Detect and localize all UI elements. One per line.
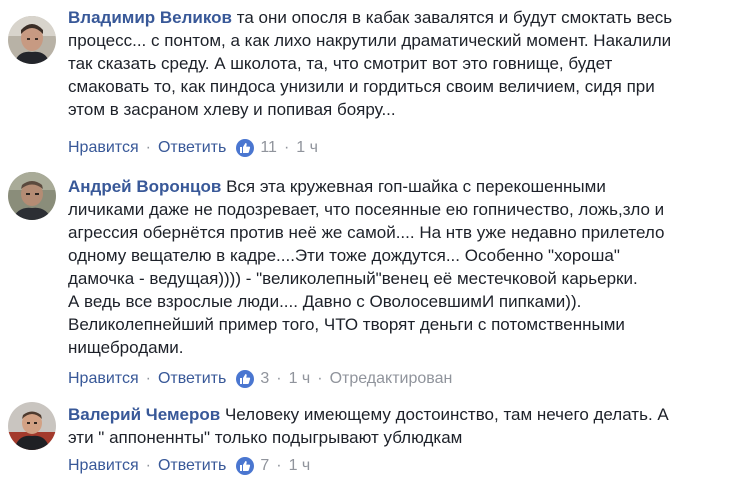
comment-actions: Нравится · Ответить 7 · 1 ч	[68, 455, 310, 477]
comment-body: Андрей Воронцов Вся эта кружевная гоп-ша…	[68, 175, 737, 359]
comment-body: Владимир Великов та они опосля в кабак з…	[68, 6, 737, 121]
separator: ·	[276, 457, 282, 474]
comment-text-line: та они опосля в кабак завалятся и будут …	[236, 8, 673, 27]
comment-text-line: дамочка - ведущая)))) - "великолепный"ве…	[68, 269, 638, 288]
separator: ·	[283, 139, 290, 156]
avatar-vladimir[interactable]	[8, 16, 56, 64]
like-count[interactable]: 3	[260, 370, 269, 388]
reply-button[interactable]: Ответить	[158, 139, 226, 157]
comment-text-line: агрессия обернётся против неё же самой..…	[68, 223, 665, 242]
comment-text-line: Вся эта кружевная гоп-шайка с перекошенн…	[226, 177, 606, 196]
separator: ·	[145, 370, 151, 387]
like-button[interactable]: Нравится	[68, 370, 139, 388]
avatar-valeriy[interactable]	[8, 402, 56, 450]
comment-text-line: эти " аппоненнты" только подыгрывают убл…	[68, 428, 463, 447]
timestamp[interactable]: 1 ч	[289, 457, 311, 475]
comment-text-line: процесс... с понтом, а как лихо накрутил…	[68, 31, 672, 50]
timestamp[interactable]: 1 ч	[296, 139, 318, 157]
reply-button[interactable]: Ответить	[158, 457, 226, 475]
comment-text-line: смаковать то, как пиндоса унизили и горд…	[68, 77, 655, 96]
timestamp[interactable]: 1 ч	[289, 370, 311, 388]
separator: ·	[145, 457, 151, 474]
author-name[interactable]: Андрей Воронцов	[68, 177, 221, 196]
author-name[interactable]: Владимир Великов	[68, 8, 232, 27]
comment-feed: Владимир Великов та они опосля в кабак з…	[0, 0, 741, 481]
thumbs-up-icon[interactable]	[236, 370, 255, 388]
like-count[interactable]: 11	[260, 139, 277, 157]
comment-body: Валерий Чемеров Человеку имеющему достои…	[68, 403, 737, 449]
comment-actions: Нравится · Ответить 3 · 1 ч · Отредактир…	[68, 368, 452, 390]
comment-actions: Нравится · Ответить 11 · 1 ч	[68, 137, 318, 159]
reply-button[interactable]: Ответить	[158, 370, 226, 388]
comment-text-line: одному вещателю в кадре....Эти тоже дожд…	[68, 246, 620, 265]
edited-label[interactable]: Отредактирован	[330, 370, 453, 388]
comment-text-line: нищебродами.	[68, 338, 184, 357]
comment-text-line: А ведь все взрослые люди.... Давно с Ово…	[68, 292, 582, 311]
comment-text-line: Человеку имеющему достоинство, там нечег…	[224, 405, 669, 424]
comment-text-line: Великолепнейший пример того, ЧТО творят …	[68, 315, 625, 334]
comment-text-line: так сказать среду. А школота, та, что см…	[68, 54, 613, 73]
separator: ·	[317, 370, 323, 387]
comment-text-line: этом в засраном хлеву и попивая бояру...	[68, 100, 396, 119]
author-name[interactable]: Валерий Чемеров	[68, 405, 220, 424]
thumbs-up-icon[interactable]	[236, 457, 255, 475]
like-button[interactable]: Нравится	[68, 139, 139, 157]
thumbs-up-icon[interactable]	[236, 139, 255, 157]
separator: ·	[145, 139, 151, 156]
separator: ·	[276, 370, 282, 387]
comment-text-line: личиками даже не подозревает, что посеян…	[68, 200, 665, 219]
like-button[interactable]: Нравится	[68, 457, 139, 475]
avatar-andrey[interactable]	[8, 172, 56, 220]
like-count[interactable]: 7	[260, 457, 269, 475]
